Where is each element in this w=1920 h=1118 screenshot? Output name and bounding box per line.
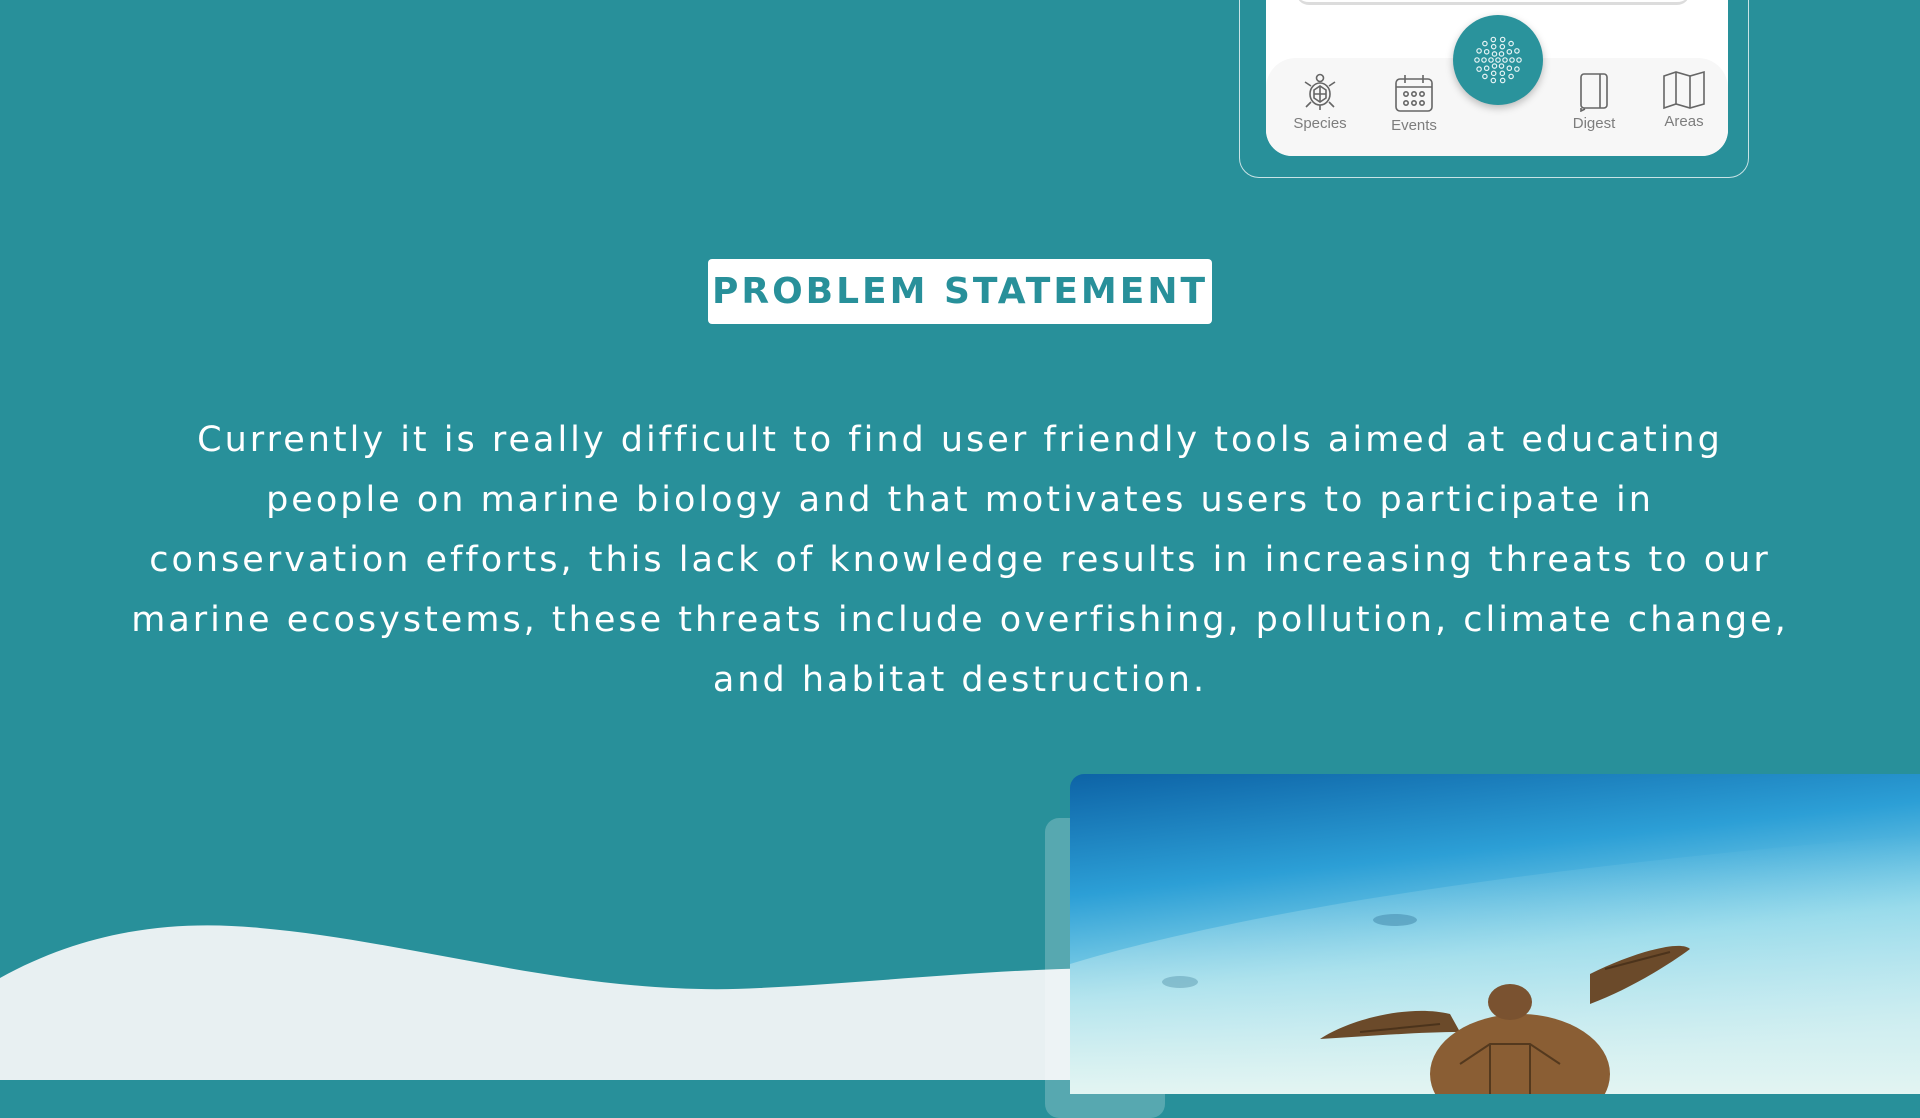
center-action-button[interactable] [1453, 15, 1543, 105]
problem-statement-badge: PROBLEM STATEMENT [708, 259, 1212, 324]
book-icon [1580, 73, 1608, 112]
map-icon [1663, 70, 1705, 110]
problem-statement-title: PROBLEM STATEMENT [711, 271, 1209, 312]
nav-label-digest: Digest [1572, 115, 1616, 132]
nav-label-species: Species [1293, 115, 1347, 132]
turtle-icon [1304, 73, 1336, 110]
nav-item-events[interactable]: Events [1374, 72, 1454, 134]
dots-icon [1474, 36, 1522, 84]
nav-label-areas: Areas [1664, 113, 1704, 130]
decorative-wave [0, 925, 1100, 1080]
problem-statement-body: Currently it is really difficult to find… [131, 420, 1789, 700]
nav-label-events: Events [1391, 117, 1437, 134]
calendar-icon [1395, 75, 1433, 112]
nav-item-areas[interactable]: Areas [1644, 70, 1724, 130]
phone-card-edge [1296, 0, 1690, 5]
nav-item-digest[interactable]: Digest [1554, 72, 1634, 132]
nav-item-species[interactable]: Species [1280, 72, 1360, 132]
sea-turtle-photo [1070, 774, 1920, 1094]
